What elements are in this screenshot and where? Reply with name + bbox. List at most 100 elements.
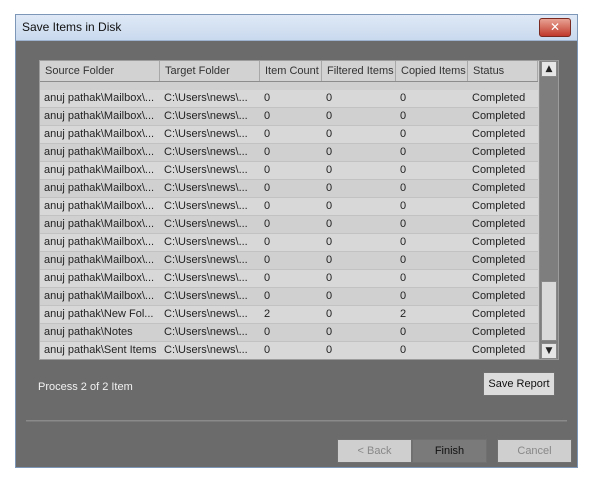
table-row[interactable]: anuj pathak\Mailbox\... C:\Users\news\...… (40, 288, 538, 306)
cell-item-count: 0 (264, 254, 271, 266)
cell-filtered-items: 0 (326, 146, 333, 158)
cell-source-folder: anuj pathak\Mailbox\... (44, 164, 155, 176)
cell-filtered-items: 0 (326, 164, 333, 176)
table-row[interactable]: anuj pathak\Mailbox\... C:\Users\news\...… (40, 108, 538, 126)
cell-copied-items: 0 (400, 344, 407, 356)
cell-copied-items: 0 (400, 146, 407, 158)
cell-target-folder: C:\Users\news\... (164, 218, 248, 230)
cell-source-folder: anuj pathak\Mailbox\... (44, 110, 155, 122)
cell-target-folder: C:\Users\news\... (164, 128, 248, 140)
cell-item-count: 0 (264, 146, 271, 158)
cell-filtered-items: 0 (326, 308, 333, 320)
cell-status: Completed (472, 344, 526, 356)
vertical-scrollbar[interactable]: ▲ ▼ (539, 61, 558, 359)
table-row[interactable]: anuj pathak\Mailbox\... C:\Users\news\...… (40, 126, 538, 144)
cell-target-folder: C:\Users\news\... (164, 254, 248, 266)
scroll-down-icon[interactable]: ▼ (541, 343, 557, 359)
cell-source-folder: anuj pathak\Mailbox\... (44, 272, 155, 284)
table-row[interactable]: anuj pathak\Mailbox\... C:\Users\news\...… (40, 180, 538, 198)
cell-filtered-items: 0 (326, 218, 333, 230)
cell-filtered-items: 0 (326, 92, 333, 104)
cell-status: Completed (472, 236, 526, 248)
cell-source-folder: anuj pathak\Mailbox\... (44, 200, 155, 212)
cell-copied-items: 0 (400, 236, 407, 248)
cell-source-folder: anuj pathak\Mailbox\... (44, 218, 155, 230)
cell-item-count: 2 (264, 308, 271, 320)
table-header: Source Folder Target Folder Item Count Filt… (40, 61, 538, 82)
cell-filtered-items: 0 (326, 110, 333, 122)
scroll-up-icon[interactable]: ▲ (541, 61, 557, 77)
cell-item-count: 0 (264, 128, 271, 140)
table-body: anuj pathak\Mailbox\... C:\Users\news\...… (40, 90, 538, 359)
table-row[interactable]: anuj pathak\Mailbox\... C:\Users\news\...… (40, 216, 538, 234)
cell-target-folder: C:\Users\news\... (164, 200, 248, 212)
column-header-source-folder[interactable]: Source Folder (40, 61, 160, 81)
table-row[interactable]: anuj pathak\Mailbox\... C:\Users\news\...… (40, 144, 538, 162)
cell-source-folder: anuj pathak\Mailbox\... (44, 146, 155, 158)
save-items-dialog: Save Items in Disk ✕ Source Folder Target… (15, 14, 578, 468)
table-row[interactable]: anuj pathak\Mailbox\... C:\Users\news\...… (40, 198, 538, 216)
cell-copied-items: 0 (400, 254, 407, 266)
cell-copied-items: 0 (400, 92, 407, 104)
cell-source-folder: anuj pathak\Sent Items (44, 344, 157, 356)
table-row[interactable]: anuj pathak\Mailbox\... C:\Users\news\...… (40, 162, 538, 180)
title-bar[interactable]: Save Items in Disk ✕ (16, 15, 577, 41)
table-row[interactable]: anuj pathak\Sent Items C:\Users\news\... 0… (40, 342, 538, 359)
table-row[interactable]: anuj pathak\Mailbox\... C:\Users\news\...… (40, 252, 538, 270)
cell-target-folder: C:\Users\news\... (164, 308, 248, 320)
cell-status: Completed (472, 164, 526, 176)
cell-item-count: 0 (264, 164, 271, 176)
column-header-filtered-items[interactable]: Filtered Items (322, 61, 396, 81)
cell-status: Completed (472, 182, 526, 194)
cell-source-folder: anuj pathak\New Fol... (44, 308, 154, 320)
cell-item-count: 0 (264, 92, 271, 104)
finish-button[interactable]: Finish (412, 439, 487, 463)
back-button[interactable]: < Back (337, 439, 412, 463)
cell-source-folder: anuj pathak\Mailbox\... (44, 128, 155, 140)
cell-filtered-items: 0 (326, 344, 333, 356)
cell-target-folder: C:\Users\news\... (164, 92, 248, 104)
cell-item-count: 0 (264, 326, 271, 338)
results-table: Source Folder Target Folder Item Count Filt… (39, 60, 559, 360)
cell-status: Completed (472, 290, 526, 302)
cell-target-folder: C:\Users\news\... (164, 326, 248, 338)
cell-target-folder: C:\Users\news\... (164, 182, 248, 194)
cell-status: Completed (472, 146, 526, 158)
save-report-button[interactable]: Save Report (483, 372, 555, 396)
column-header-copied-items[interactable]: Copied Items (396, 61, 468, 81)
table-row[interactable]: anuj pathak\Mailbox\... C:\Users\news\...… (40, 90, 538, 108)
table-row[interactable]: anuj pathak\Mailbox\... C:\Users\news\...… (40, 270, 538, 288)
cancel-button[interactable]: Cancel (497, 439, 572, 463)
table-row[interactable]: anuj pathak\Mailbox\... C:\Users\news\...… (40, 234, 538, 252)
window-title: Save Items in Disk (22, 20, 122, 34)
cell-copied-items: 0 (400, 218, 407, 230)
cell-copied-items: 0 (400, 272, 407, 284)
cell-filtered-items: 0 (326, 128, 333, 140)
cell-source-folder: anuj pathak\Mailbox\... (44, 92, 155, 104)
cell-copied-items: 0 (400, 164, 407, 176)
column-header-item-count[interactable]: Item Count (260, 61, 322, 81)
cell-source-folder: anuj pathak\Mailbox\... (44, 182, 155, 194)
cell-copied-items: 0 (400, 182, 407, 194)
cell-item-count: 0 (264, 110, 271, 122)
cell-status: Completed (472, 128, 526, 140)
cell-copied-items: 2 (400, 308, 407, 320)
table-row[interactable]: anuj pathak\New Fol... C:\Users\news\... 2… (40, 306, 538, 324)
scroll-thumb[interactable] (541, 281, 557, 341)
column-header-status[interactable]: Status (468, 61, 538, 81)
column-header-target-folder[interactable]: Target Folder (160, 61, 260, 81)
cell-item-count: 0 (264, 344, 271, 356)
cell-copied-items: 0 (400, 290, 407, 302)
table-row[interactable]: anuj pathak\Notes C:\Users\news\... 0 0 0 Com… (40, 324, 538, 342)
cell-item-count: 0 (264, 272, 271, 284)
cell-filtered-items: 0 (326, 236, 333, 248)
cell-copied-items: 0 (400, 128, 407, 140)
cell-target-folder: C:\Users\news\... (164, 164, 248, 176)
cell-filtered-items: 0 (326, 254, 333, 266)
cell-status: Completed (472, 218, 526, 230)
cell-item-count: 0 (264, 290, 271, 302)
cell-target-folder: C:\Users\news\... (164, 272, 248, 284)
close-button[interactable]: ✕ (539, 18, 571, 37)
cell-filtered-items: 0 (326, 200, 333, 212)
cell-source-folder: anuj pathak\Mailbox\... (44, 236, 155, 248)
